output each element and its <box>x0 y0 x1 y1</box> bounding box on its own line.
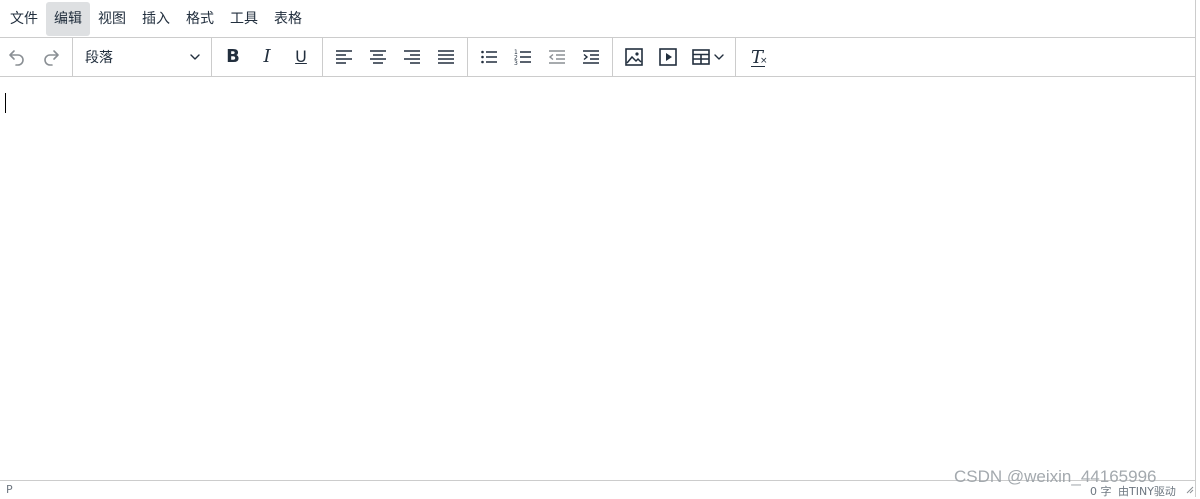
outdent-icon <box>548 50 565 64</box>
menu-file[interactable]: 文件 <box>2 2 46 36</box>
underline-button[interactable]: U <box>284 40 318 74</box>
indent-icon <box>583 50 599 64</box>
align-right-icon <box>404 50 420 64</box>
numbered-list-icon: 1 2 3 <box>514 49 531 67</box>
media-icon <box>659 48 677 66</box>
toolbar-group-lists: 1 2 3 <box>468 38 613 76</box>
menu-tools[interactable]: 工具 <box>222 2 266 36</box>
block-format-value: 段落 <box>85 50 113 66</box>
bullet-list-button[interactable] <box>472 40 506 74</box>
align-right-button[interactable] <box>395 40 429 74</box>
menu-table[interactable]: 表格 <box>266 2 310 36</box>
resize-handle-icon[interactable] <box>1184 484 1194 494</box>
toolbar-group-history <box>0 38 73 76</box>
italic-button[interactable]: I <box>250 40 284 74</box>
watermark: CSDN @weixin_44165996 <box>954 467 1157 486</box>
redo-icon <box>44 50 59 66</box>
bold-button[interactable]: B <box>216 40 250 74</box>
toolbar-group-insert <box>613 38 736 76</box>
bullet-list-icon <box>481 50 497 64</box>
toolbar-group-format: T × <box>736 38 778 76</box>
toolbar: 段落 B I U 1 2 3 T × <box>0 37 1196 77</box>
align-center-button[interactable] <box>361 40 395 74</box>
undo-button[interactable] <box>0 40 34 74</box>
menu-edit[interactable]: 编辑 <box>46 1 90 36</box>
chevron-down-icon <box>714 54 724 60</box>
rich-text-editor: 文件 编辑 视图 插入 格式 工具 表格 段落 B I U 1 2 3 T × … <box>0 0 1196 498</box>
chevron-down-icon <box>190 54 200 60</box>
clear-formatting-button[interactable]: T × <box>740 40 774 74</box>
clear-format-icon: T × <box>750 46 768 68</box>
outdent-button[interactable] <box>540 40 574 74</box>
numbered-list-button[interactable]: 1 2 3 <box>506 40 540 74</box>
toolbar-group-align <box>323 38 468 76</box>
insert-image-button[interactable] <box>617 40 651 74</box>
align-center-icon <box>370 50 386 64</box>
image-icon <box>625 48 643 66</box>
toolbar-group-text: B I U <box>212 38 323 76</box>
menu-view[interactable]: 视图 <box>90 2 134 36</box>
menubar: 文件 编辑 视图 插入 格式 工具 表格 <box>0 0 1196 37</box>
align-left-button[interactable] <box>327 40 361 74</box>
svg-text:3: 3 <box>514 60 518 67</box>
block-format-select[interactable]: 段落 <box>77 40 205 74</box>
toolbar-group-blocks: 段落 <box>73 38 212 76</box>
indent-button[interactable] <box>574 40 608 74</box>
insert-table-button[interactable] <box>685 40 731 74</box>
align-left-icon <box>336 50 352 64</box>
element-path[interactable]: P <box>6 483 13 496</box>
bold-icon: B <box>226 46 240 67</box>
insert-media-button[interactable] <box>651 40 685 74</box>
editor-content-area[interactable] <box>0 77 1196 480</box>
menu-format[interactable]: 格式 <box>178 2 222 36</box>
table-icon <box>692 49 710 65</box>
redo-button[interactable] <box>34 40 68 74</box>
italic-icon: I <box>263 46 271 67</box>
menu-insert[interactable]: 插入 <box>134 2 178 36</box>
undo-icon <box>9 50 24 66</box>
text-caret <box>5 93 6 113</box>
underline-icon: U <box>295 47 307 66</box>
justify-button[interactable] <box>429 40 463 74</box>
justify-icon <box>438 50 454 64</box>
